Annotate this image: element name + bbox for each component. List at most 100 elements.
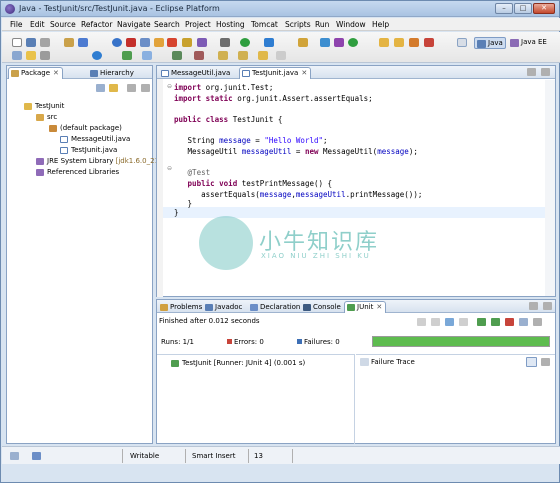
server-icon[interactable] <box>126 38 136 47</box>
network-icon[interactable] <box>334 38 344 47</box>
show-failures-icon[interactable] <box>445 318 454 326</box>
compare-icon[interactable] <box>526 357 537 367</box>
coverage-icon[interactable] <box>264 38 274 47</box>
class-icon[interactable] <box>78 38 88 47</box>
close-icon[interactable]: ✕ <box>376 303 382 311</box>
rerun-failed-icon[interactable] <box>491 318 500 326</box>
tab-console[interactable]: Console <box>300 301 345 313</box>
menu-run[interactable]: Run <box>315 20 329 29</box>
history-icon[interactable] <box>519 318 528 326</box>
tree-item-default-package[interactable]: (default package) <box>49 124 122 134</box>
test-result-item[interactable]: TestJunit [Runner: JUnit 4] (0.001 s) <box>171 359 305 369</box>
tree-item-project[interactable]: TestJunit <box>24 102 64 112</box>
minimize-view-icon[interactable] <box>141 84 150 92</box>
minimize-button[interactable]: – <box>495 3 513 14</box>
menu-search[interactable]: Search <box>154 20 180 29</box>
refresh-icon[interactable] <box>320 38 330 47</box>
menu-help[interactable]: Help <box>372 20 389 29</box>
rerun-icon[interactable] <box>477 318 486 326</box>
view-menu-icon[interactable] <box>127 84 136 92</box>
search-icon[interactable] <box>298 38 308 47</box>
filter-trace-icon[interactable] <box>541 358 550 366</box>
prev-annotation-icon[interactable] <box>238 51 248 60</box>
forward-icon[interactable] <box>276 51 286 60</box>
window-icon[interactable] <box>142 51 152 60</box>
stop-icon[interactable] <box>424 38 434 47</box>
maximize-button[interactable]: □ <box>514 3 532 14</box>
debug-icon[interactable] <box>220 38 230 47</box>
stop-run-icon[interactable] <box>505 318 514 326</box>
tab-hierarchy[interactable]: Hierarchy <box>87 67 138 79</box>
next-failure-icon[interactable] <box>417 318 426 326</box>
prev-failure-icon[interactable] <box>431 318 440 326</box>
code-text: TestJunit { <box>228 115 283 124</box>
back-icon[interactable] <box>258 51 268 60</box>
menu-edit[interactable]: Edit <box>30 20 45 29</box>
bookmark-icon[interactable] <box>140 38 150 47</box>
menu-window[interactable]: Window <box>336 20 366 29</box>
menu-project[interactable]: Project <box>185 20 211 29</box>
annotation-icon[interactable] <box>194 51 204 60</box>
overview-ruler[interactable] <box>545 80 555 296</box>
javaee-perspective-button[interactable]: Java EE <box>508 37 549 49</box>
history-icon[interactable] <box>197 38 207 47</box>
maximize-view-icon[interactable] <box>543 302 552 310</box>
print-icon[interactable] <box>40 38 50 47</box>
nav-icon[interactable] <box>172 51 182 60</box>
save-icon[interactable] <box>26 38 36 47</box>
package-icon[interactable] <box>64 38 74 47</box>
problems-icon <box>160 304 168 311</box>
perspective-icon[interactable] <box>12 51 22 60</box>
close-button[interactable]: ✕ <box>533 3 555 14</box>
open-perspective-icon[interactable] <box>457 38 467 47</box>
scroll-lock-icon[interactable] <box>459 318 468 326</box>
close-icon[interactable]: ✕ <box>301 69 307 77</box>
link-editor-icon[interactable] <box>109 84 118 92</box>
tool-icon[interactable] <box>122 51 132 60</box>
external-tools-icon[interactable] <box>167 38 177 47</box>
tab-declaration[interactable]: Declaration <box>247 301 304 313</box>
maximize-editor-icon[interactable] <box>541 68 550 76</box>
menu-tomcat[interactable]: Tomcat <box>251 20 278 29</box>
web-icon[interactable] <box>112 38 122 47</box>
next-annotation-icon[interactable] <box>218 51 228 60</box>
tasks-icon[interactable] <box>182 38 192 47</box>
fold-icon[interactable]: ⊖ <box>167 83 172 90</box>
menu-scripts[interactable]: Scripts <box>285 20 311 29</box>
minimize-editor-icon[interactable] <box>527 68 536 76</box>
menu-navigate[interactable]: Navigate <box>117 20 151 29</box>
tree-item-src[interactable]: src <box>36 113 57 123</box>
export-icon[interactable] <box>154 38 164 47</box>
fold-icon[interactable]: ⊖ <box>167 165 172 172</box>
globe-icon[interactable] <box>92 51 102 60</box>
tree-item-testjunit[interactable]: TestJunit.java <box>60 146 117 156</box>
menu-source[interactable]: Source <box>50 20 76 29</box>
run-icon[interactable] <box>240 38 250 47</box>
minimize-view-icon[interactable] <box>529 302 538 310</box>
java-perspective-button[interactable]: Java <box>474 37 506 49</box>
run-config-icon[interactable] <box>348 38 358 47</box>
folder-icon[interactable] <box>394 38 404 47</box>
tab-javadoc[interactable]: Javadoc <box>202 301 246 313</box>
tree-item-messageutil[interactable]: MessageUtil.java <box>60 135 130 145</box>
tab-junit[interactable]: JUnit ✕ <box>344 301 387 313</box>
tab-package-explorer[interactable]: Package ✕ <box>8 67 63 79</box>
highlight-icon[interactable] <box>26 51 36 60</box>
open-folder-icon[interactable] <box>379 38 389 47</box>
new-icon[interactable] <box>12 38 22 47</box>
menu-hosting[interactable]: Hosting <box>216 20 245 29</box>
tab-testjunit[interactable]: TestJunit.java ✕ <box>239 67 312 79</box>
tree-item-libraries[interactable]: Referenced Libraries <box>36 168 119 178</box>
tree-item-jre[interactable]: JRE System Library [jdk1.6.0_21] <box>36 157 162 167</box>
toggle-icon[interactable] <box>40 51 50 60</box>
view-menu-icon[interactable] <box>533 318 542 326</box>
collapse-all-icon[interactable] <box>96 84 105 92</box>
tab-messageutil[interactable]: MessageUtil.java <box>158 67 234 79</box>
menu-refactor[interactable]: Refactor <box>81 20 112 29</box>
code-field: message <box>219 136 251 145</box>
tab-problems[interactable]: Problems <box>157 301 206 313</box>
menu-file[interactable]: File <box>10 20 23 29</box>
fast-view-icon[interactable] <box>10 452 19 460</box>
close-icon[interactable]: ✕ <box>53 69 59 77</box>
build-icon[interactable] <box>409 38 419 47</box>
